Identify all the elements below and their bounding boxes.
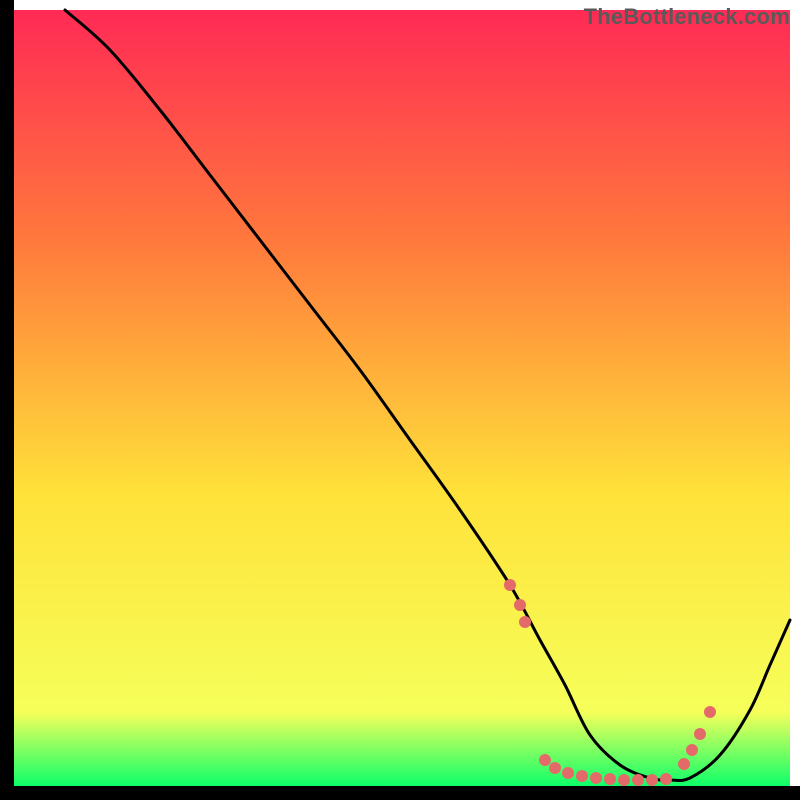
marker-dot — [514, 599, 526, 611]
chart-svg — [0, 0, 800, 800]
chart-container: TheBottleneck.com — [0, 0, 800, 800]
marker-dot — [686, 744, 698, 756]
marker-dot — [576, 770, 588, 782]
marker-dot — [704, 706, 716, 718]
marker-dot — [539, 754, 551, 766]
watermark-text: TheBottleneck.com — [584, 4, 790, 30]
axis-bottom — [0, 786, 800, 800]
marker-dot — [646, 774, 658, 786]
marker-dot — [694, 728, 706, 740]
marker-dot — [519, 616, 531, 628]
marker-dot — [549, 762, 561, 774]
marker-dot — [562, 767, 574, 779]
axis-left — [0, 0, 14, 800]
plot-background — [10, 10, 790, 790]
marker-dot — [632, 774, 644, 786]
marker-dot — [678, 758, 690, 770]
marker-dot — [660, 773, 672, 785]
marker-dot — [504, 579, 516, 591]
marker-dot — [590, 772, 602, 784]
marker-dot — [604, 773, 616, 785]
marker-dot — [618, 774, 630, 786]
